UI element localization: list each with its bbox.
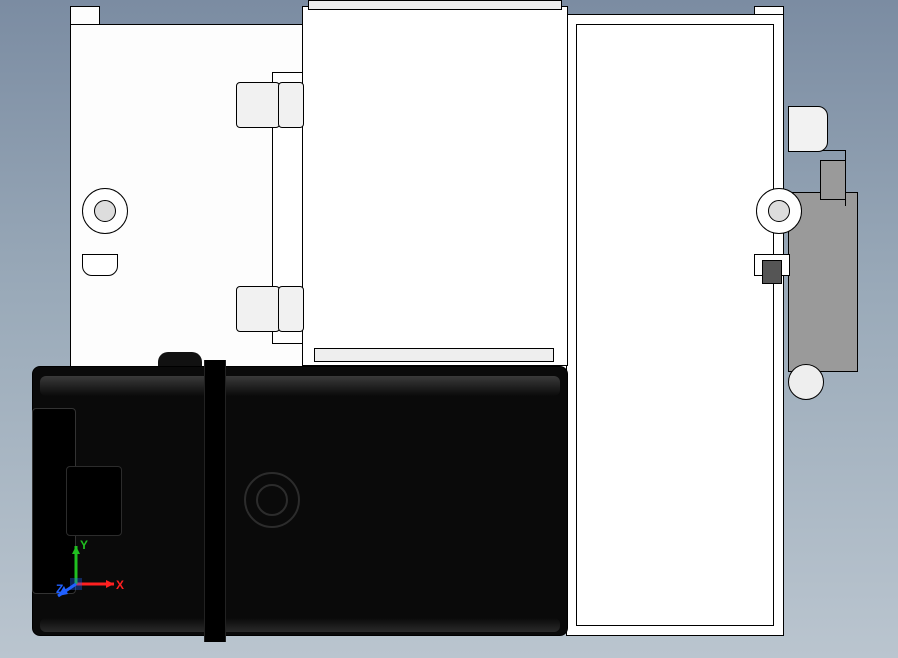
bracket-hook <box>812 150 846 206</box>
fastener-right-inner <box>768 200 790 222</box>
slot-right-key <box>762 260 782 284</box>
slot-left <box>82 254 118 276</box>
standoff-bottom-a <box>236 286 280 332</box>
cover-lip-top <box>308 0 562 10</box>
motor-highlight-top <box>40 376 560 396</box>
motor-boss-inner <box>256 484 288 516</box>
standoff-top-b <box>278 82 304 128</box>
connector-port <box>788 106 828 152</box>
motor-terminal-box <box>66 466 122 536</box>
motor-clamp-band <box>204 360 226 642</box>
standoff-top-a <box>236 82 280 128</box>
cover-lip-bottom <box>314 348 554 362</box>
front-cover-plate <box>302 6 568 366</box>
round-boss-right <box>788 364 824 400</box>
fastener-left-inner <box>94 200 116 222</box>
cad-viewport[interactable]: X Y Z <box>0 0 898 658</box>
right-column-inner <box>576 24 774 626</box>
standoff-bottom-b <box>278 286 304 332</box>
motor-highlight-bottom <box>40 618 560 632</box>
